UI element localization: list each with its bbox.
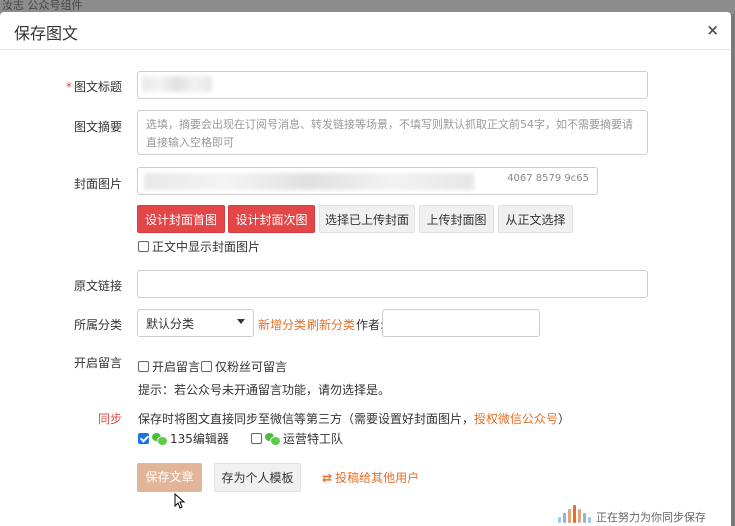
save-article-button[interactable]: 保存文章 [137,463,202,492]
submit-to-others-link[interactable]: ⇄ 投稿给其他用户 [322,469,419,486]
origin-link-input[interactable] [137,270,648,298]
sync-status-text: 正在努力为你同步保存 [596,511,706,524]
category-selected-value: 默认分类 [146,317,195,331]
author-label: 作者: [356,318,385,332]
upload-cover-button[interactable]: 上传封面图 [419,205,494,233]
summary-label: 图文摘要 [73,120,122,134]
sync-target-team-row[interactable]: 运营特工队 [251,430,343,447]
fans-only-row[interactable]: 仅粉丝可留言 [201,358,287,375]
enable-comment-row[interactable]: 开启留言 [138,358,200,375]
sync-target-135-row[interactable]: 135编辑器 [138,430,229,447]
cover-label: 封面图片 [73,177,122,191]
origin-link-label: 原文链接 [73,279,122,293]
dialog-header: 保存图文 × [0,12,731,50]
show-cover-label: 正文中显示封面图片 [152,240,261,254]
category-label: 所属分类 [73,318,122,332]
fans-only-label: 仅粉丝可留言 [215,360,288,374]
chevron-down-icon [237,319,245,324]
sync-team-checkbox[interactable] [251,433,262,444]
sync-bars-icon [558,505,592,523]
title-label-text: 图文标题 [73,80,122,94]
save-as-template-button[interactable]: 存为个人模板 [214,463,301,492]
sync-description: 保存时将图文直接同步至微信等第三方（需要设置好封面图片，授权微信公众号） [138,410,570,427]
enable-comment-label: 开启留言 [152,360,201,374]
mouse-cursor-icon [174,493,186,509]
author-input[interactable] [382,309,540,337]
sync-description-text: 保存时将图文直接同步至微信等第三方（需要设置好封面图片， [138,412,475,426]
category-select[interactable]: 默认分类 [137,309,254,337]
title-label: * 图文标题 [42,78,122,95]
close-icon[interactable]: × [706,21,719,39]
wechat-icon [152,433,168,446]
summary-textarea[interactable]: 选填，摘要会出现在订阅号消息、转发链接等场景，不填写则默认抓取正文前54字，如不… [137,110,648,155]
design-cover-second-button[interactable]: 设计封面次图 [228,205,315,233]
dialog-title: 保存图文 [14,24,79,43]
wechat-icon [265,433,281,446]
article-title-input[interactable] [137,71,648,99]
sync-description-end: ） [558,412,571,426]
redacted-title-text [142,76,212,92]
redacted-cover-url [144,173,474,190]
sync-target-135-label: 135编辑器 [170,432,229,446]
background-strip-text: 汝志 公众号组件 [2,0,83,12]
sync-target-team-label: 运营特工队 [283,432,344,446]
cover-url-suffix: 4067 8579 9c65 [507,173,589,184]
add-category-link[interactable]: 新增分类 [258,316,306,333]
choose-uploaded-cover-button[interactable]: 选择已上传封面 [319,205,415,233]
authorize-wechat-link[interactable]: 授权微信公众号 [474,412,558,426]
swap-arrows-icon: ⇄ [322,471,333,485]
comment-tip: 提示：若公众号未开通留言功能，请勿选择是。 [138,383,391,397]
design-cover-first-button[interactable]: 设计封面首图 [137,205,225,233]
enable-comment-checkbox[interactable] [138,361,149,372]
select-from-body-button[interactable]: 从正文选择 [498,205,573,233]
fans-only-checkbox[interactable] [201,361,212,372]
sync-135-checkbox[interactable] [138,433,149,444]
show-cover-checkbox[interactable] [138,241,149,252]
save-article-dialog: 保存图文 × * 图文标题 图文摘要 选填，摘要会出现在订阅号消息、转发链接等场景… [0,12,731,526]
required-mark: * [65,80,72,94]
comment-label: 开启留言 [73,356,122,370]
refresh-category-link[interactable]: 刷新分类 [307,316,355,333]
show-cover-checkbox-row[interactable]: 正文中显示封面图片 [138,238,260,255]
submit-to-others-label: 投稿给其他用户 [335,471,420,485]
sync-label: 同步 [97,412,122,426]
